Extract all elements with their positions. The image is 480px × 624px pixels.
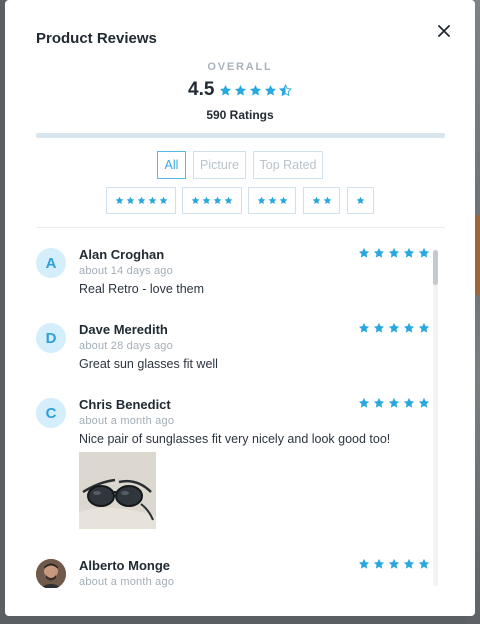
star-icon [159, 196, 167, 204]
star-icon [191, 196, 200, 204]
review-stars [358, 247, 430, 259]
filter-4-star-button[interactable] [182, 187, 242, 214]
reviewer-name: Alberto Monge [79, 558, 170, 573]
avatar: C [36, 398, 66, 428]
star-icon [373, 558, 385, 569]
review-date: about a month ago [79, 415, 175, 427]
review-list: A Alan Croghan about 14 days ago Real Re… [5, 228, 475, 588]
review-date: about 28 days ago [79, 340, 173, 352]
review-photo[interactable] [79, 452, 156, 529]
star-icon [358, 397, 370, 408]
star-icon [115, 196, 123, 204]
sunglasses-photo [79, 452, 156, 529]
star-icon [418, 247, 430, 258]
star-icon [358, 247, 370, 258]
review-text: Real Retro - love them [79, 282, 205, 296]
star-icon [202, 196, 211, 204]
avatar [36, 559, 66, 588]
review-stars [358, 558, 430, 570]
star-icon [358, 558, 370, 569]
star-icon [388, 322, 400, 333]
star-icon [403, 247, 415, 258]
close-icon [438, 25, 450, 37]
star-icon [224, 196, 233, 204]
star-icon [268, 196, 276, 204]
star-icon [388, 247, 400, 258]
star-icon [403, 558, 415, 569]
average-rating-row: 4.5 [188, 79, 293, 101]
filter-5-star-button[interactable] [106, 187, 176, 214]
ratings-count: 590 Ratings [206, 108, 274, 122]
reviewer-name: Alan Croghan [79, 247, 165, 262]
star-icon [373, 397, 385, 408]
star-icon [373, 322, 385, 333]
review-text: Nice pair of sunglasses fit very nicely … [79, 432, 391, 446]
close-button[interactable] [433, 20, 455, 42]
star-icon [257, 196, 265, 204]
avatar: A [36, 248, 66, 278]
filter-top-rated-label: Top Rated [259, 158, 317, 172]
star-icon [418, 322, 430, 333]
star-icon [148, 196, 156, 204]
filter-top-rated-button[interactable]: Top Rated [253, 151, 323, 179]
scrollbar-thumb[interactable] [433, 250, 438, 285]
review-date: about a month ago [79, 576, 175, 588]
filter-3-star-button[interactable] [248, 187, 296, 214]
star-icon [418, 558, 430, 569]
star-icon [250, 84, 262, 95]
star-icon [358, 322, 370, 333]
star-icon [312, 196, 320, 204]
reviewer-name: Dave Meredith [79, 322, 168, 337]
star-icon [137, 196, 145, 204]
filter-picture-button[interactable]: Picture [193, 151, 246, 179]
star-icon [220, 84, 232, 95]
average-rating-stars [219, 83, 293, 97]
reviewer-name: Chris Benedict [79, 397, 171, 412]
avatar: D [36, 323, 66, 353]
filter-1-star-button[interactable] [347, 187, 374, 214]
rating-divider-bar [36, 133, 445, 138]
filter-picture-label: Picture [200, 158, 239, 172]
review-date: about 14 days ago [79, 265, 173, 277]
star-icon [356, 196, 365, 204]
star-icon [388, 558, 400, 569]
modal-title: Product Reviews [36, 30, 157, 47]
user-photo-icon [36, 559, 66, 588]
star-icon [388, 397, 400, 408]
reviews-modal: Product Reviews OVERALL 4.5 590 Ratings … [5, 0, 475, 616]
star-icon [126, 196, 134, 204]
star-icon [323, 196, 331, 204]
star-icon [265, 84, 277, 95]
star-icon [373, 247, 385, 258]
star-half-icon [279, 83, 293, 96]
review-stars [358, 322, 430, 334]
star-icon [418, 397, 430, 408]
review-list-scrollbar[interactable] [433, 250, 438, 586]
filter-2-star-button[interactable] [303, 187, 340, 214]
filter-all-button[interactable]: All [157, 151, 186, 179]
star-icon [279, 196, 287, 204]
star-icon [403, 397, 415, 408]
star-icon [213, 196, 222, 204]
filter-all-label: All [164, 158, 179, 172]
review-text: Great sun glasses fit well [79, 357, 218, 371]
review-stars [358, 397, 430, 409]
overall-label: OVERALL [207, 61, 273, 73]
star-icon [403, 322, 415, 333]
star-icon [235, 84, 247, 95]
average-rating-value: 4.5 [188, 79, 215, 100]
